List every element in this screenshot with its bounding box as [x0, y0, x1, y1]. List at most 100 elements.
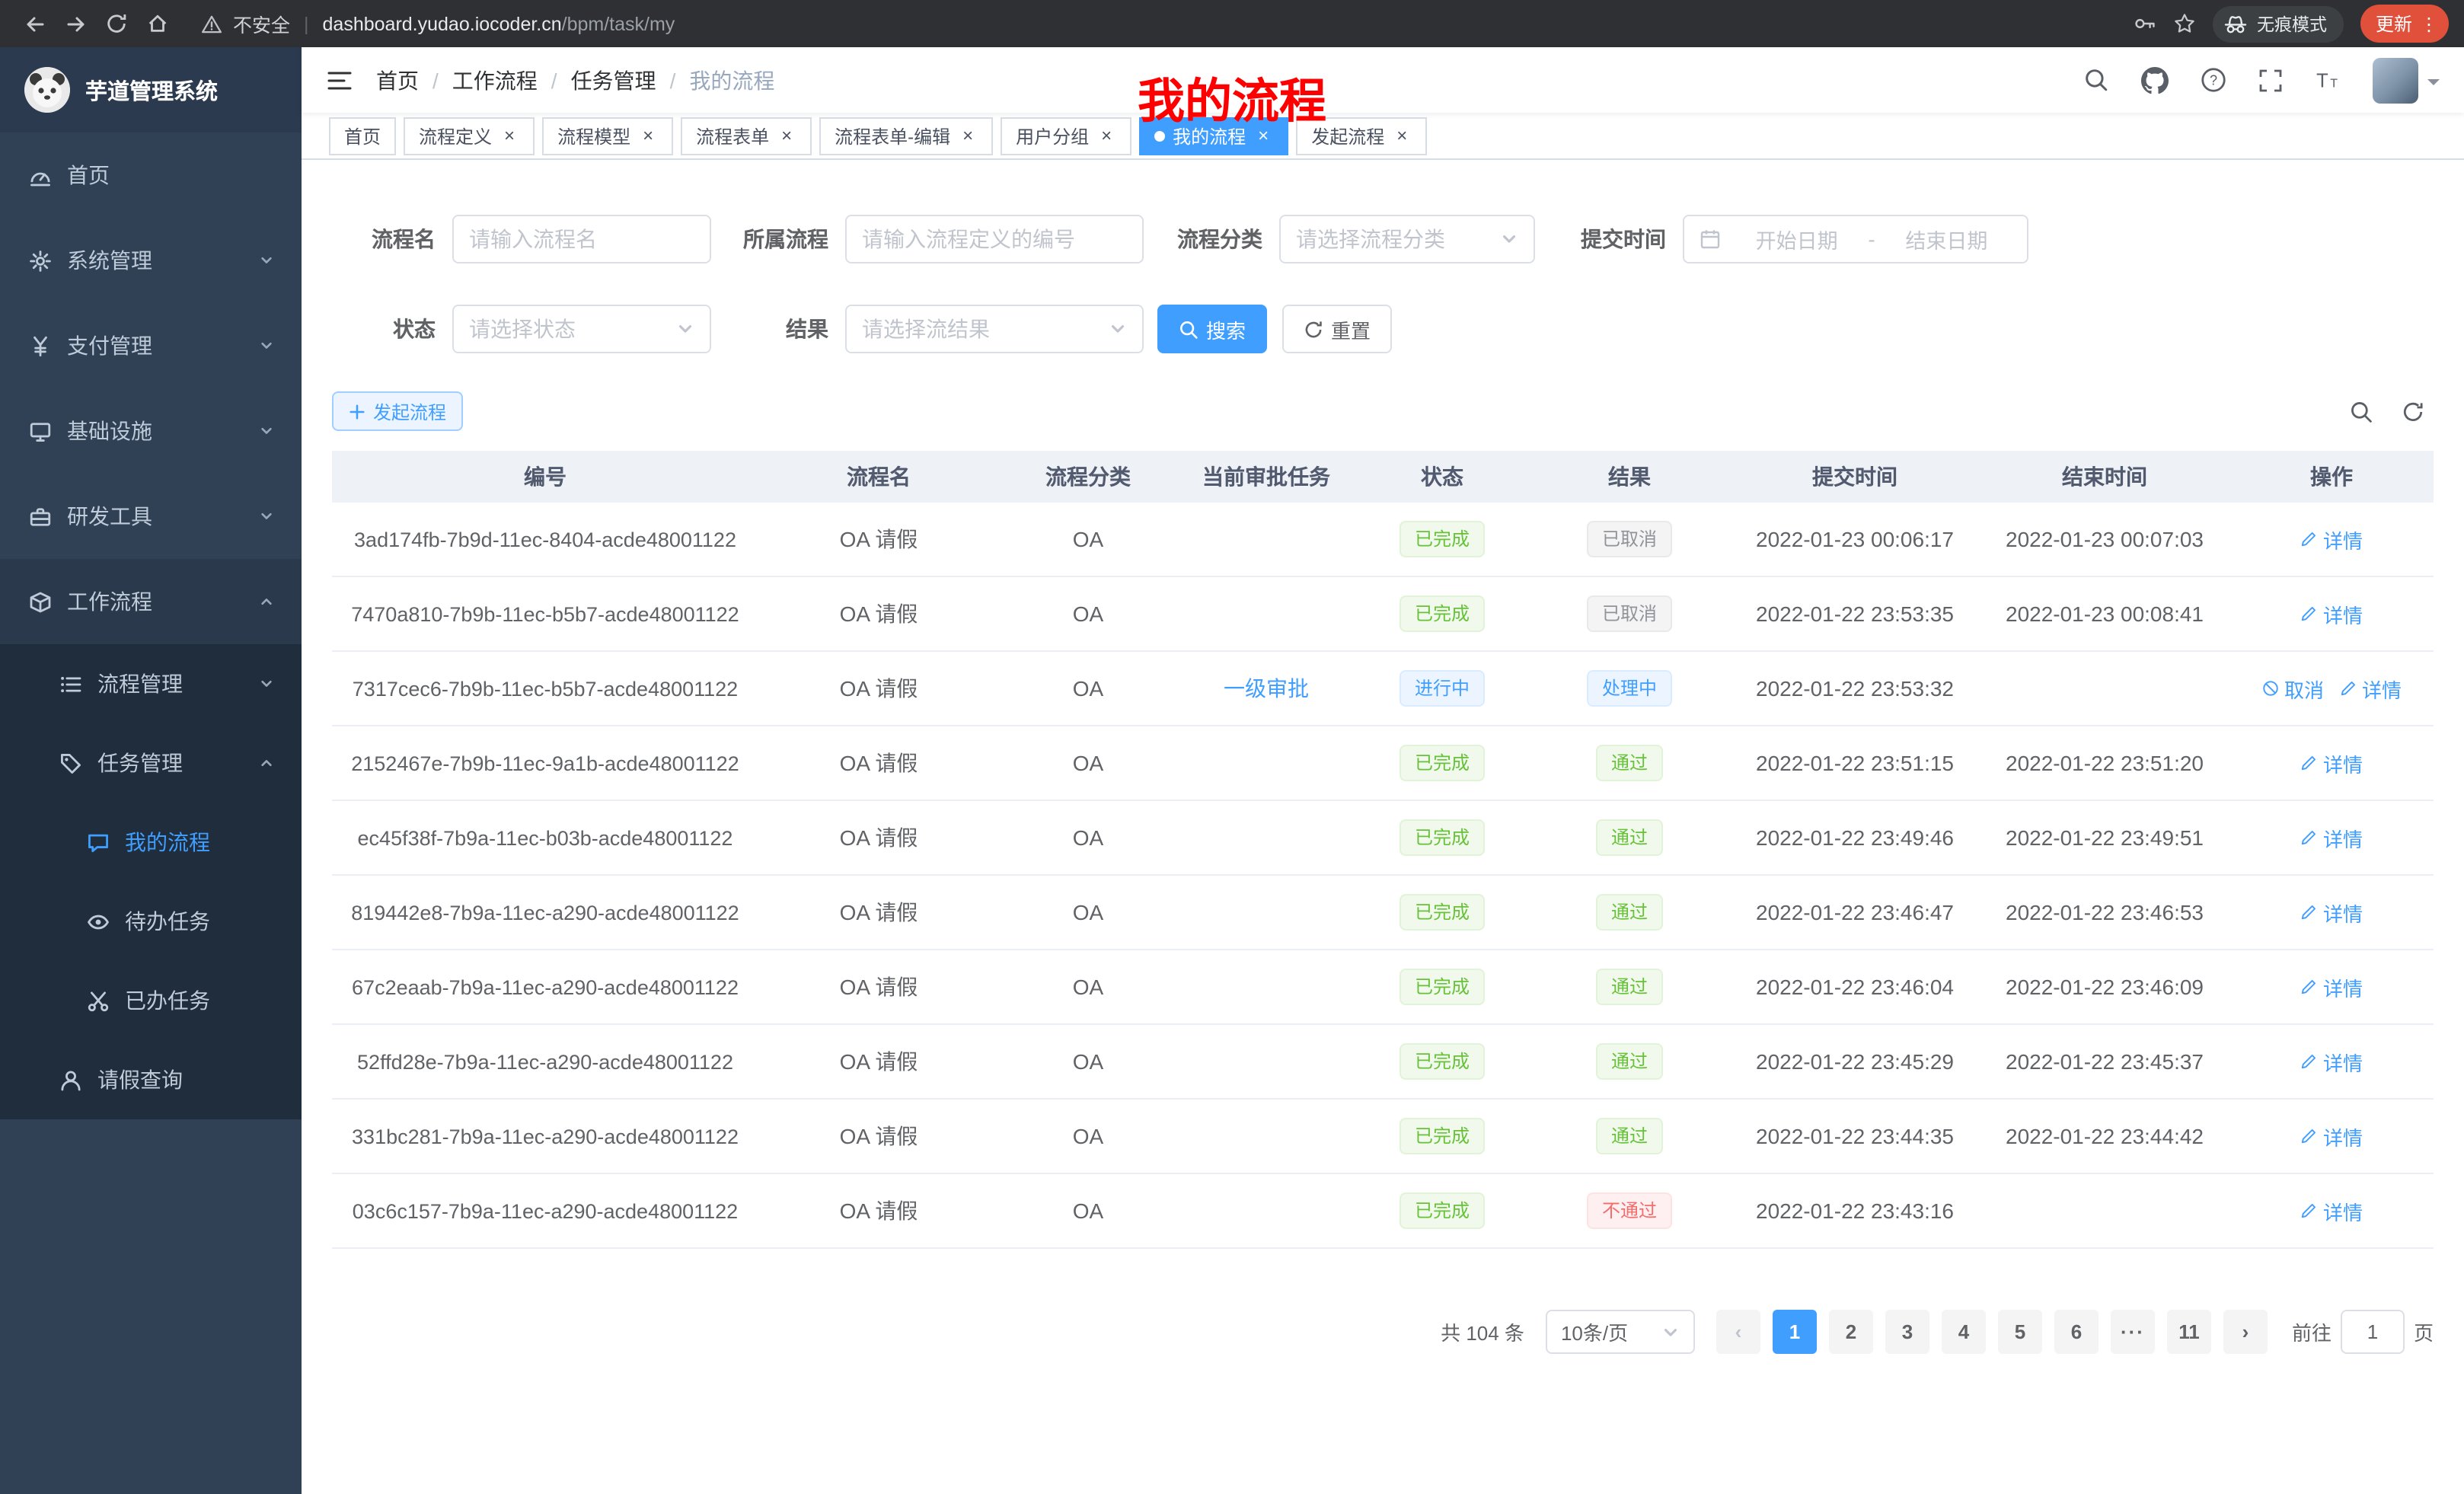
- detail-link[interactable]: 详情: [2300, 972, 2363, 1001]
- fullscreen-icon[interactable]: [2258, 68, 2283, 92]
- user-menu[interactable]: [2373, 57, 2440, 103]
- avatar[interactable]: [2373, 57, 2418, 103]
- status-cell: 已完成: [1355, 745, 1529, 781]
- cancel-link[interactable]: 取消: [2261, 674, 2324, 703]
- edit-icon: [2300, 754, 2319, 772]
- close-icon[interactable]: ×: [958, 126, 978, 145]
- detail-link[interactable]: 详情: [2300, 1196, 2363, 1225]
- end-time: 2022-01-23 00:08:41: [1980, 602, 2229, 626]
- close-icon[interactable]: ×: [777, 126, 796, 145]
- process-name-input[interactable]: [469, 227, 694, 251]
- search-toggle-icon[interactable]: [2350, 400, 2373, 423]
- page-3-button[interactable]: 3: [1885, 1310, 1929, 1354]
- detail-link[interactable]: 详情: [2300, 599, 2363, 628]
- breadcrumb-item[interactable]: 工作流程: [452, 65, 538, 95]
- goto-page-input[interactable]: [2341, 1310, 2405, 1354]
- tab-process-form-edit[interactable]: 流程表单-编辑×: [819, 117, 993, 155]
- search-button[interactable]: 搜索: [1157, 305, 1267, 353]
- reset-button[interactable]: 重置: [1282, 305, 1392, 353]
- sidebar-item-leave-query[interactable]: 请假查询: [0, 1040, 302, 1119]
- page-size-value: 10条/页: [1561, 1317, 1628, 1346]
- sidebar-item-payment[interactable]: 支付管理: [0, 303, 302, 388]
- tab-user-group[interactable]: 用户分组×: [1001, 117, 1131, 155]
- date-range-picker[interactable]: 开始日期 - 结束日期: [1683, 215, 2028, 263]
- address-bar[interactable]: 不安全 | dashboard.yudao.iocoder.cn/bpm/tas…: [201, 9, 2115, 38]
- result-select[interactable]: 请选择流结果: [845, 305, 1144, 353]
- detail-link[interactable]: 详情: [2300, 823, 2363, 852]
- status-select[interactable]: 请选择状态: [452, 305, 711, 353]
- next-page-button[interactable]: ›: [2223, 1310, 2268, 1354]
- detail-link[interactable]: 详情: [2300, 525, 2363, 554]
- parent-process-input[interactable]: [862, 227, 1127, 251]
- sidebar-item-workflow[interactable]: 工作流程: [0, 559, 302, 644]
- scissors-icon: [85, 989, 110, 1012]
- submit-time: 2022-01-22 23:53:32: [1730, 676, 1980, 701]
- page-6-button[interactable]: 6: [2054, 1310, 2099, 1354]
- page-11-button[interactable]: 11: [2167, 1310, 2211, 1354]
- breadcrumb-item[interactable]: 首页: [376, 65, 419, 95]
- breadcrumb-item[interactable]: 任务管理: [571, 65, 656, 95]
- tab-process-form[interactable]: 流程表单×: [681, 117, 812, 155]
- github-icon[interactable]: [2141, 66, 2169, 94]
- detail-link[interactable]: 详情: [2300, 1122, 2363, 1151]
- result-cell: 通过: [1529, 745, 1730, 781]
- detail-link[interactable]: 详情: [2339, 674, 2402, 703]
- detail-link[interactable]: 详情: [2300, 1047, 2363, 1076]
- page-4-button[interactable]: 4: [1942, 1310, 1986, 1354]
- key-icon[interactable]: [2134, 12, 2156, 35]
- close-icon[interactable]: ×: [500, 126, 519, 145]
- column-header: 编号: [332, 461, 758, 492]
- result-cell: 已取消: [1529, 521, 1730, 557]
- help-icon[interactable]: ?: [2201, 67, 2226, 93]
- page-1-button[interactable]: 1: [1773, 1310, 1817, 1354]
- page-size-select[interactable]: 10条/页: [1546, 1310, 1695, 1354]
- sidebar-item-my-process[interactable]: 我的流程: [0, 803, 302, 882]
- detail-link[interactable]: 详情: [2300, 749, 2363, 777]
- process-category: OA: [999, 1124, 1177, 1148]
- status-tag: 已完成: [1400, 1118, 1485, 1154]
- reload-button[interactable]: [97, 5, 136, 43]
- more-pages-button[interactable]: ···: [2111, 1310, 2155, 1354]
- sidebar-item-home[interactable]: 首页: [0, 132, 302, 218]
- process-name: OA 请假: [758, 524, 999, 554]
- star-icon[interactable]: [2173, 12, 2196, 35]
- create-process-button[interactable]: 发起流程: [332, 391, 463, 431]
- sidebar-item-system[interactable]: 系统管理: [0, 218, 302, 303]
- category-placeholder: 请选择流程分类: [1296, 224, 1445, 254]
- prev-page-button[interactable]: ‹: [1716, 1310, 1760, 1354]
- tab-process-definition[interactable]: 流程定义×: [404, 117, 535, 155]
- actions-cell: 详情: [2229, 1196, 2434, 1225]
- forward-button[interactable]: [56, 5, 94, 43]
- browser-menu-icon[interactable]: ⋮: [2420, 13, 2438, 34]
- sidebar-item-todo-tasks[interactable]: 待办任务: [0, 882, 302, 961]
- table-header: 编号流程名流程分类当前审批任务状态结果提交时间结束时间操作: [332, 451, 2434, 503]
- current-task-link[interactable]: 一级审批: [1224, 676, 1309, 701]
- close-icon[interactable]: ×: [1392, 126, 1412, 145]
- back-button[interactable]: [15, 5, 53, 43]
- result-placeholder: 请选择流结果: [862, 314, 990, 344]
- result-cell: 不通过: [1529, 1192, 1730, 1229]
- search-icon[interactable]: [2083, 67, 2109, 93]
- tab-process-model[interactable]: 流程模型×: [542, 117, 673, 155]
- sidebar-item-process-mgmt[interactable]: 流程管理: [0, 644, 302, 723]
- incognito-badge: 无痕模式: [2213, 5, 2344, 42]
- close-icon[interactable]: ×: [638, 126, 658, 145]
- update-button[interactable]: 更新 ⋮: [2360, 5, 2449, 43]
- sidebar-item-devtools[interactable]: 研发工具: [0, 474, 302, 559]
- page-5-button[interactable]: 5: [1998, 1310, 2042, 1354]
- reset-button-label: 重置: [1331, 314, 1371, 343]
- page-2-button[interactable]: 2: [1829, 1310, 1873, 1354]
- refresh-icon[interactable]: [2402, 400, 2424, 423]
- sidebar-item-task-mgmt[interactable]: 任务管理: [0, 723, 302, 803]
- close-icon[interactable]: ×: [1096, 126, 1116, 145]
- sidebar-item-done-tasks[interactable]: 已办任务: [0, 961, 302, 1040]
- font-size-icon[interactable]: TT: [2315, 67, 2341, 93]
- tab-home[interactable]: 首页: [329, 117, 396, 155]
- actions-cell: 取消详情: [2229, 674, 2434, 703]
- sidebar-item-infrastructure[interactable]: 基础设施: [0, 388, 302, 474]
- process-name: OA 请假: [758, 972, 999, 1002]
- category-select[interactable]: 请选择流程分类: [1279, 215, 1535, 263]
- hamburger-icon[interactable]: [326, 66, 353, 94]
- detail-link[interactable]: 详情: [2300, 898, 2363, 927]
- home-button[interactable]: [139, 5, 177, 43]
